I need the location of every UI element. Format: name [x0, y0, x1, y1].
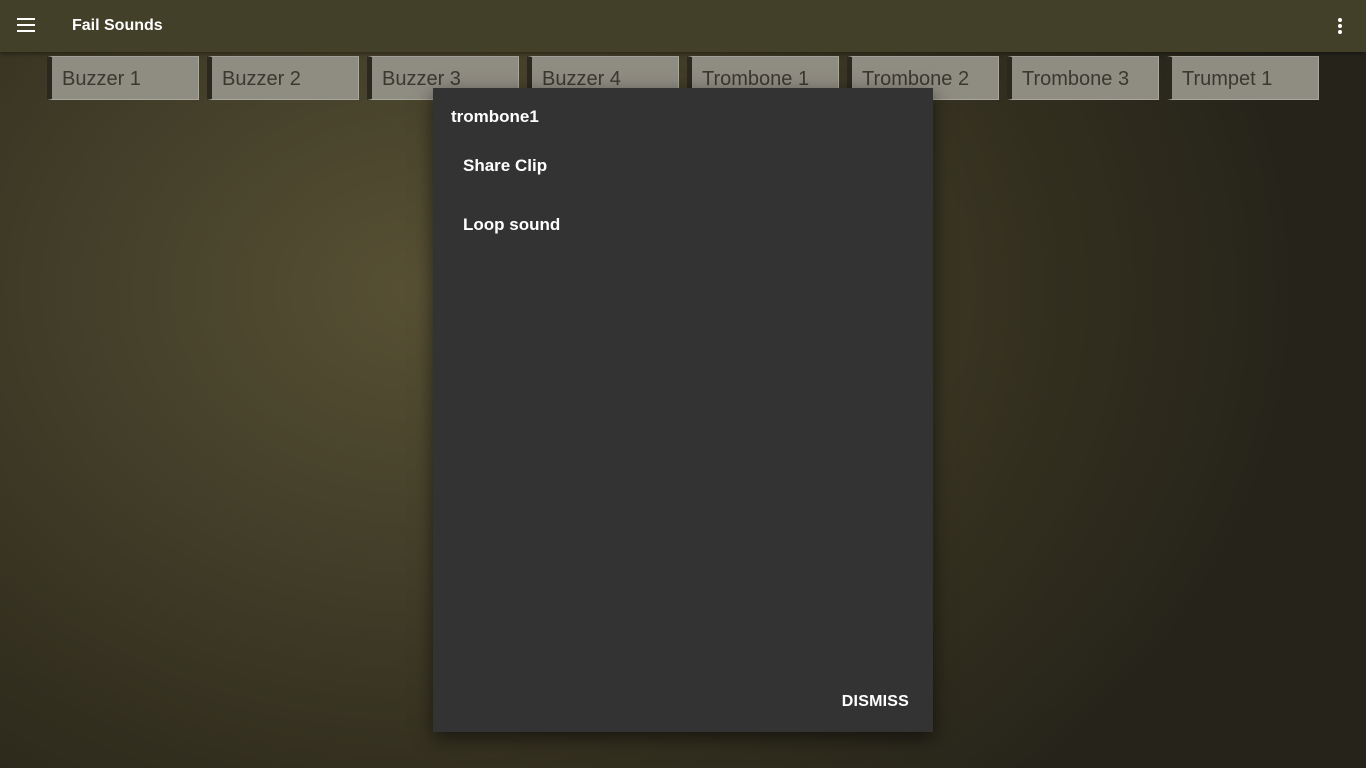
app-title: Fail Sounds: [72, 17, 163, 34]
dismiss-button[interactable]: DISMISS: [842, 692, 909, 712]
sound-button-trombone-3[interactable]: Trombone 3: [1007, 56, 1159, 100]
more-vertical-icon[interactable]: [1334, 16, 1346, 36]
sound-button-buzzer-1[interactable]: Buzzer 1: [47, 56, 199, 100]
hamburger-menu-icon[interactable]: [16, 17, 36, 33]
sound-options-dialog: trombone1 Share Clip Loop sound DISMISS: [433, 88, 933, 732]
app-bar: Fail Sounds: [0, 0, 1366, 52]
share-clip-option[interactable]: Share Clip: [463, 156, 547, 176]
dialog-title: trombone1: [451, 107, 539, 126]
loop-sound-option[interactable]: Loop sound: [463, 215, 560, 235]
sound-button-buzzer-2[interactable]: Buzzer 2: [207, 56, 359, 100]
sound-button-trumpet-1[interactable]: Trumpet 1: [1167, 56, 1319, 100]
